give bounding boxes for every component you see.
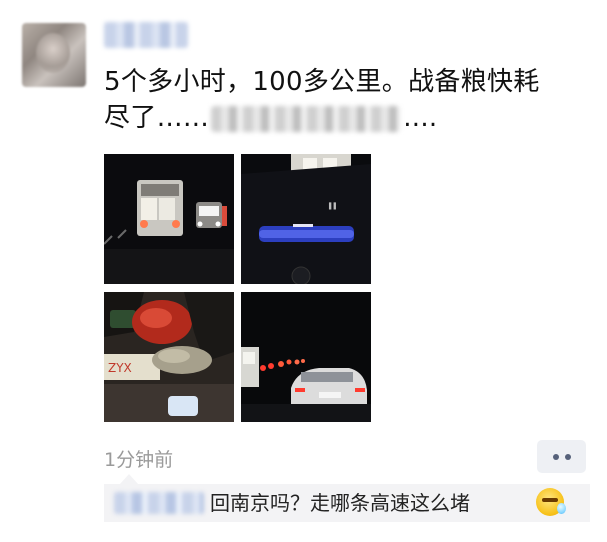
post-text-line-2: 尽了…….... <box>104 100 579 136</box>
photo-snacks-in-car-image: ZYX <box>104 292 234 422</box>
post-timestamp: 1分钟前 <box>104 449 174 471</box>
comment-box: 回南京吗？走哪条高速这么堵 <box>104 474 590 522</box>
photo-car-dashboard-image: ▌▌ <box>241 154 371 284</box>
username-redacted[interactable] <box>104 22 188 48</box>
post-text-line-2-suffix: .... <box>403 103 438 133</box>
commenter-name-redacted[interactable] <box>114 492 204 514</box>
redacted-text <box>211 105 402 132</box>
svg-text:ZYX: ZYX <box>108 361 132 375</box>
photo-night-ambulance-image <box>104 154 234 284</box>
post-text-line-2-prefix: 尽了…… <box>104 103 210 133</box>
photo-traffic-jam[interactable] <box>241 292 371 422</box>
crying-laughing-emoji-icon <box>536 488 566 516</box>
svg-text:▌▌: ▌▌ <box>328 202 338 210</box>
more-dots-icon <box>552 453 559 460</box>
avatar[interactable] <box>22 23 86 87</box>
comment-text: 回南京吗？走哪条高速这么堵 <box>210 491 470 515</box>
post-text: 5个多小时，100多公里。战备粮快耗 尽了…….... <box>104 64 579 136</box>
photo-car-dashboard[interactable]: ▌▌ <box>241 154 371 284</box>
more-options-button[interactable] <box>537 440 586 473</box>
post-text-line-1: 5个多小时，100多公里。战备粮快耗 <box>104 67 540 97</box>
photo-night-ambulance[interactable] <box>104 154 234 284</box>
more-dots-icon <box>564 453 571 460</box>
photo-traffic-jam-image <box>241 292 371 422</box>
photo-snacks-in-car[interactable]: ZYX <box>104 292 234 422</box>
